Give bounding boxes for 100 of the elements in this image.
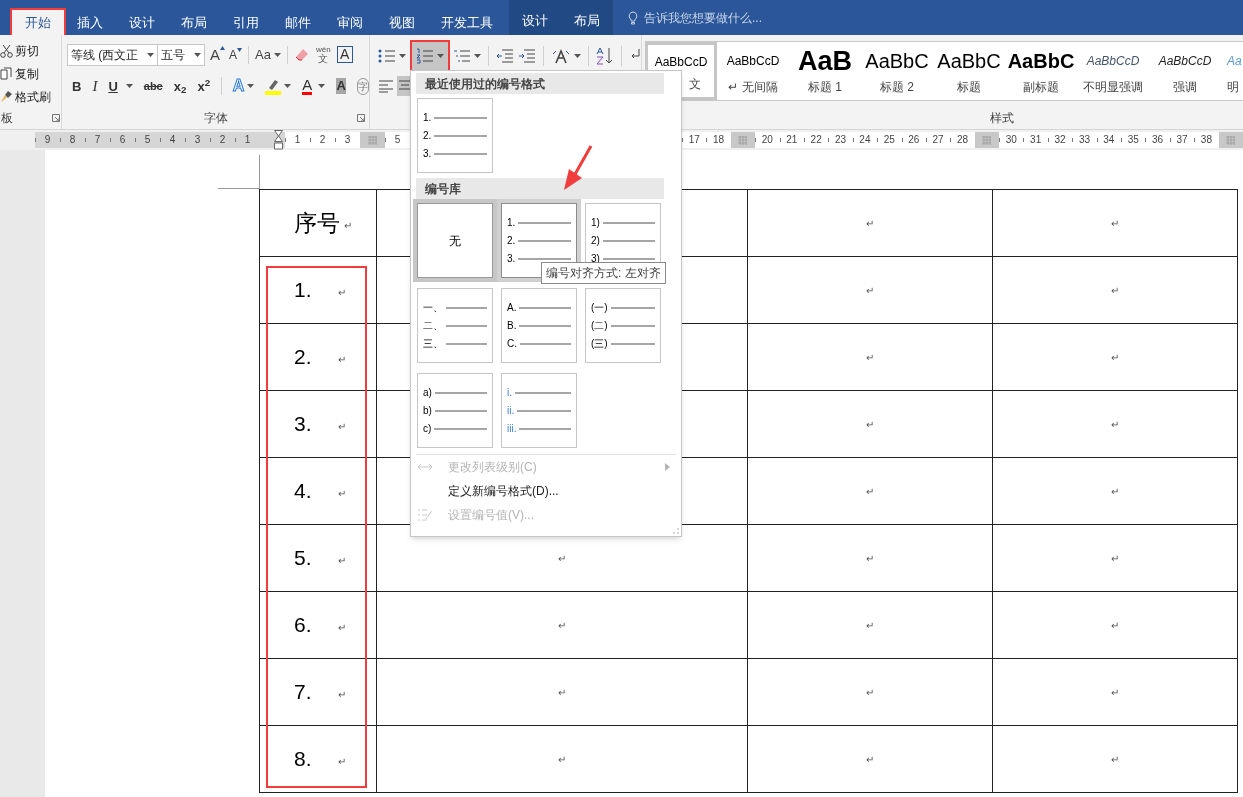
list-format-number: 1. xyxy=(423,112,432,123)
menu-section-header: 编号库 xyxy=(425,180,461,198)
ruler-number: 7 xyxy=(94,135,101,145)
ruler-number: 3 xyxy=(344,135,351,145)
paragraph-mark: ↵ xyxy=(866,752,874,767)
ruler-number: 3 xyxy=(194,135,201,145)
paragraph-mark: ↵ xyxy=(1111,551,1119,566)
paragraph-mark: ↵ xyxy=(866,618,874,633)
paragraph-mark: ↵ xyxy=(558,685,566,700)
paragraph-mark: ↵ xyxy=(1111,752,1119,767)
list-format-number: 3) xyxy=(591,253,600,264)
list-format-number: 2) xyxy=(591,235,600,246)
ruler-number: 8 xyxy=(69,135,76,145)
ruler-number: 9 xyxy=(44,135,51,145)
list-format-number: 3. xyxy=(507,253,516,264)
ruler-number: 21 xyxy=(786,135,798,145)
list-format-number: b) xyxy=(423,405,432,416)
ruler-number: 36 xyxy=(1152,135,1164,145)
list-format-number: 三、 xyxy=(423,338,443,349)
group-label: 字体 xyxy=(203,110,228,127)
list-number: 3. xyxy=(294,411,313,438)
ruler-number: 28 xyxy=(956,135,969,145)
paragraph-mark: ↵ xyxy=(866,350,874,365)
ruler-number: 17 xyxy=(688,135,700,145)
paragraph-mark: ↵ xyxy=(1111,350,1119,365)
paragraph-mark: ↵ xyxy=(558,618,566,633)
list-format-number: 1. xyxy=(507,217,516,228)
paragraph-mark: ↵ xyxy=(866,216,874,231)
menu-section-header: 最近使用过的编号格式 xyxy=(425,75,545,93)
paragraph-mark: ↵ xyxy=(338,754,346,769)
paragraph-mark: ↵ xyxy=(866,283,874,298)
list-format-number: 二、 xyxy=(423,320,443,331)
ruler-number: 32 xyxy=(1054,135,1066,145)
ruler-number: 23 xyxy=(834,135,847,145)
ruler-number: 20 xyxy=(761,135,773,145)
ruler-number: 1 xyxy=(244,135,251,145)
paragraph-mark: ↵ xyxy=(338,687,346,702)
ruler-number: 22 xyxy=(810,135,822,145)
list-format-number: 2. xyxy=(507,235,516,246)
list-format-number: 一、 xyxy=(423,302,443,313)
paragraph-mark: ↵ xyxy=(338,620,346,635)
list-number: 8. xyxy=(294,746,313,773)
ruler-number: 4 xyxy=(169,135,176,145)
paragraph-mark: ↵ xyxy=(1111,417,1119,432)
list-number: 2. xyxy=(294,344,313,371)
paragraph-mark: ↵ xyxy=(338,352,346,367)
ruler-number: 30 xyxy=(1005,135,1017,145)
paragraph-mark: ↵ xyxy=(866,685,874,700)
list-format-number: i. xyxy=(507,387,512,398)
list-format-number: c) xyxy=(423,423,432,434)
paragraph-mark: ↵ xyxy=(344,218,352,233)
paragraph-mark: ↵ xyxy=(338,486,346,501)
list-format-number: 1) xyxy=(591,217,600,228)
group-label: 样式 xyxy=(990,110,1014,127)
ruler-number: 18 xyxy=(713,135,725,145)
paragraph-mark: ↵ xyxy=(1111,685,1119,700)
list-format-number: (一) xyxy=(591,302,608,313)
paragraph-mark: ↵ xyxy=(338,553,346,568)
list-format-number: B. xyxy=(507,320,517,331)
ruler-number: 5 xyxy=(144,135,151,145)
paragraph-mark: ↵ xyxy=(338,419,346,434)
paragraph-mark: ↵ xyxy=(866,417,874,432)
list-format-number: A. xyxy=(507,302,517,313)
ruler-number: 27 xyxy=(932,135,944,145)
ruler-number: 35 xyxy=(1127,135,1139,145)
paragraph-mark: ↵ xyxy=(1111,484,1119,499)
paragraph-mark: ↵ xyxy=(1111,618,1119,633)
list-format-number: (二) xyxy=(591,320,608,331)
ruler-number: 33 xyxy=(1078,135,1090,145)
ruler-number: 38 xyxy=(1200,135,1212,145)
list-format-number: C. xyxy=(507,338,517,349)
list-number: 5. xyxy=(294,545,313,572)
ruler-number: 26 xyxy=(908,135,920,145)
list-number: 1. xyxy=(294,277,313,304)
list-format-number: 2. xyxy=(423,130,432,141)
list-number: 4. xyxy=(294,478,313,505)
list-number: 7. xyxy=(294,679,313,706)
list-format-number: 3. xyxy=(423,148,432,159)
paragraph-mark: ↵ xyxy=(866,484,874,499)
ruler-number: 31 xyxy=(1030,135,1042,145)
ruler-number: 2 xyxy=(219,135,226,145)
paragraph-mark: ↵ xyxy=(1111,283,1119,298)
ruler-number: 2 xyxy=(319,135,326,145)
tooltip: 编号对齐方式: 左对齐 xyxy=(541,262,666,284)
ruler-number: 24 xyxy=(859,135,871,145)
ruler-number: 5 xyxy=(394,135,401,145)
paragraph-mark: ↵ xyxy=(866,551,874,566)
ruler-number: 1 xyxy=(294,135,301,145)
paragraph-mark: ↵ xyxy=(558,551,566,566)
ruler-number: 34 xyxy=(1103,135,1115,145)
ruler-number: 25 xyxy=(883,135,895,145)
list-format-number: (三) xyxy=(591,338,608,349)
list-number: 6. xyxy=(294,612,313,639)
ruler-number: 6 xyxy=(119,135,126,145)
paragraph-mark: ↵ xyxy=(338,285,346,300)
list-format-number: iii. xyxy=(507,423,517,434)
group-label: 板 xyxy=(1,110,13,127)
list-format-number: ii. xyxy=(507,405,515,416)
list-format-number: a) xyxy=(423,387,432,398)
ruler-number: 37 xyxy=(1176,135,1188,145)
